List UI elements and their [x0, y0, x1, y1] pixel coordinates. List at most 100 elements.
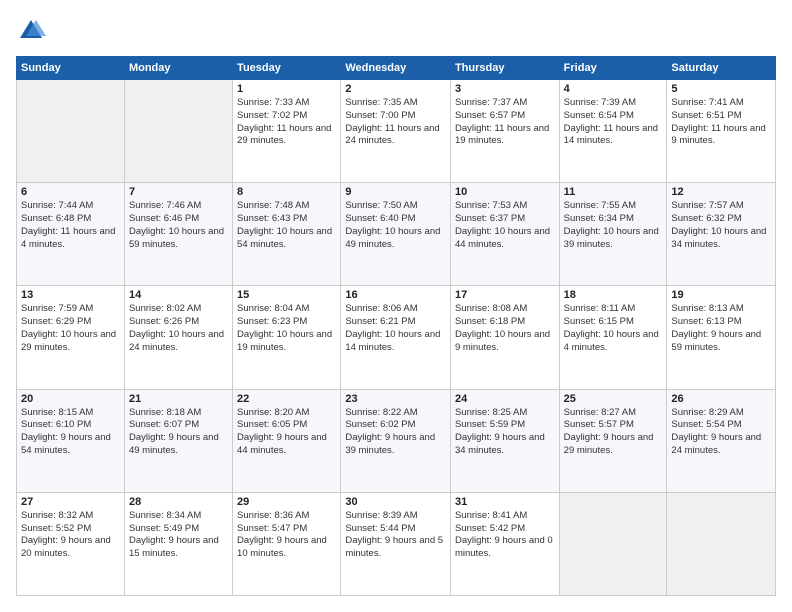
calendar-cell: 22 Sunrise: 8:20 AMSunset: 6:05 PMDayligh…	[233, 389, 341, 492]
calendar-cell: 15Sunrise: 8:04 AMSunset: 6:23 PMDayligh…	[233, 286, 341, 389]
day-number: 13	[21, 289, 120, 301]
calendar-cell: 7 Sunrise: 7:46 AMSunset: 6:46 PMDaylight…	[124, 183, 232, 286]
calendar-cell: 11Sunrise: 7:55 AMSunset: 6:34 PMDayligh…	[559, 183, 667, 286]
day-number: 17	[455, 289, 555, 301]
day-number: 30	[345, 496, 446, 508]
day-number: 29	[237, 496, 336, 508]
calendar-cell: 31 Sunrise: 8:41 AMSunset: 5:42 PMDayligh…	[450, 492, 559, 595]
day-number: 6	[21, 186, 120, 198]
day-info: Sunrise: 7:53 AMSunset: 6:37 PMDaylight:…	[455, 200, 555, 251]
calendar-header-wednesday: Wednesday	[341, 57, 451, 80]
calendar-cell: 12 Sunrise: 7:57 AMSunset: 6:32 PMDayligh…	[667, 183, 776, 286]
calendar-cell: 27 Sunrise: 8:32 AMSunset: 5:52 PMDayligh…	[17, 492, 125, 595]
calendar-cell: 6 Sunrise: 7:44 AMSunset: 6:48 PMDaylight…	[17, 183, 125, 286]
calendar-cell	[17, 80, 125, 183]
day-info: Sunrise: 8:25 AMSunset: 5:59 PMDaylight:…	[455, 407, 555, 458]
day-info: Sunrise: 8:06 AMSunset: 6:21 PMDaylight:…	[345, 303, 446, 354]
day-info: Sunrise: 8:32 AMSunset: 5:52 PMDaylight:…	[21, 510, 120, 561]
day-number: 24	[455, 393, 555, 405]
calendar-cell: 29 Sunrise: 8:36 AMSunset: 5:47 PMDayligh…	[233, 492, 341, 595]
calendar-cell: 16 Sunrise: 8:06 AMSunset: 6:21 PMDayligh…	[341, 286, 451, 389]
day-number: 25	[564, 393, 663, 405]
day-info: Sunrise: 8:02 AMSunset: 6:26 PMDaylight:…	[129, 303, 228, 354]
day-info: Sunrise: 8:34 AMSunset: 5:49 PMDaylight:…	[129, 510, 228, 561]
day-info: Sunrise: 7:48 AMSunset: 6:43 PMDaylight:…	[237, 200, 336, 251]
day-number: 8	[237, 186, 336, 198]
day-info: Sunrise: 7:41 AMSunset: 6:51 PMDaylight:…	[671, 97, 771, 148]
calendar-cell: 24 Sunrise: 8:25 AMSunset: 5:59 PMDayligh…	[450, 389, 559, 492]
calendar-cell: 13 Sunrise: 7:59 AMSunset: 6:29 PMDayligh…	[17, 286, 125, 389]
header	[16, 16, 776, 46]
day-number: 5	[671, 83, 771, 95]
logo	[16, 16, 50, 46]
day-info: Sunrise: 8:20 AMSunset: 6:05 PMDaylight:…	[237, 407, 336, 458]
calendar-cell: 5 Sunrise: 7:41 AMSunset: 6:51 PMDaylight…	[667, 80, 776, 183]
day-number: 12	[671, 186, 771, 198]
calendar-cell	[559, 492, 667, 595]
day-info: Sunrise: 8:13 AMSunset: 6:13 PMDaylight:…	[671, 303, 771, 354]
calendar-cell: 10 Sunrise: 7:53 AMSunset: 6:37 PMDayligh…	[450, 183, 559, 286]
calendar-cell: 23 Sunrise: 8:22 AMSunset: 6:02 PMDayligh…	[341, 389, 451, 492]
day-number: 3	[455, 83, 555, 95]
day-info: Sunrise: 8:11 AMSunset: 6:15 PMDaylight:…	[564, 303, 663, 354]
calendar-cell: 1 Sunrise: 7:33 AMSunset: 7:02 PMDaylight…	[233, 80, 341, 183]
calendar-header-monday: Monday	[124, 57, 232, 80]
day-number: 11	[564, 186, 663, 198]
day-number: 22	[237, 393, 336, 405]
calendar-header-sunday: Sunday	[17, 57, 125, 80]
calendar-week-row: 6 Sunrise: 7:44 AMSunset: 6:48 PMDaylight…	[17, 183, 776, 286]
calendar-cell	[124, 80, 232, 183]
day-number: 21	[129, 393, 228, 405]
calendar-cell: 14 Sunrise: 8:02 AMSunset: 6:26 PMDayligh…	[124, 286, 232, 389]
day-info: Sunrise: 8:41 AMSunset: 5:42 PMDaylight:…	[455, 510, 555, 561]
day-info: Sunrise: 8:39 AMSunset: 5:44 PMDaylight:…	[345, 510, 446, 561]
day-info: Sunrise: 7:44 AMSunset: 6:48 PMDaylight:…	[21, 200, 120, 251]
day-info: Sunrise: 8:22 AMSunset: 6:02 PMDaylight:…	[345, 407, 446, 458]
calendar-cell: 25 Sunrise: 8:27 AMSunset: 5:57 PMDayligh…	[559, 389, 667, 492]
calendar-week-row: 13 Sunrise: 7:59 AMSunset: 6:29 PMDayligh…	[17, 286, 776, 389]
day-info: Sunrise: 8:08 AMSunset: 6:18 PMDaylight:…	[455, 303, 555, 354]
calendar-header-tuesday: Tuesday	[233, 57, 341, 80]
day-info: Sunrise: 7:50 AMSunset: 6:40 PMDaylight:…	[345, 200, 446, 251]
day-info: Sunrise: 7:57 AMSunset: 6:32 PMDaylight:…	[671, 200, 771, 251]
calendar-week-row: 1 Sunrise: 7:33 AMSunset: 7:02 PMDaylight…	[17, 80, 776, 183]
day-info: Sunrise: 7:37 AMSunset: 6:57 PMDaylight:…	[455, 97, 555, 148]
calendar-cell: 9 Sunrise: 7:50 AMSunset: 6:40 PMDaylight…	[341, 183, 451, 286]
day-info: Sunrise: 7:46 AMSunset: 6:46 PMDaylight:…	[129, 200, 228, 251]
calendar-cell: 21 Sunrise: 8:18 AMSunset: 6:07 PMDayligh…	[124, 389, 232, 492]
day-info: Sunrise: 7:33 AMSunset: 7:02 PMDaylight:…	[237, 97, 336, 148]
calendar-header-row: SundayMondayTuesdayWednesdayThursdayFrid…	[17, 57, 776, 80]
day-info: Sunrise: 8:36 AMSunset: 5:47 PMDaylight:…	[237, 510, 336, 561]
day-number: 26	[671, 393, 771, 405]
calendar-cell: 4Sunrise: 7:39 AMSunset: 6:54 PMDaylight…	[559, 80, 667, 183]
day-number: 14	[129, 289, 228, 301]
day-info: Sunrise: 8:18 AMSunset: 6:07 PMDaylight:…	[129, 407, 228, 458]
day-number: 20	[21, 393, 120, 405]
calendar-header-thursday: Thursday	[450, 57, 559, 80]
calendar-header-friday: Friday	[559, 57, 667, 80]
day-number: 15	[237, 289, 336, 301]
day-number: 10	[455, 186, 555, 198]
day-number: 1	[237, 83, 336, 95]
day-number: 31	[455, 496, 555, 508]
day-number: 19	[671, 289, 771, 301]
day-number: 23	[345, 393, 446, 405]
day-number: 18	[564, 289, 663, 301]
day-number: 2	[345, 83, 446, 95]
calendar-cell: 2 Sunrise: 7:35 AMSunset: 7:00 PMDaylight…	[341, 80, 451, 183]
day-info: Sunrise: 7:35 AMSunset: 7:00 PMDaylight:…	[345, 97, 446, 148]
day-number: 9	[345, 186, 446, 198]
day-info: Sunrise: 7:59 AMSunset: 6:29 PMDaylight:…	[21, 303, 120, 354]
day-number: 28	[129, 496, 228, 508]
calendar-cell: 8 Sunrise: 7:48 AMSunset: 6:43 PMDaylight…	[233, 183, 341, 286]
calendar-week-row: 27 Sunrise: 8:32 AMSunset: 5:52 PMDayligh…	[17, 492, 776, 595]
day-number: 7	[129, 186, 228, 198]
day-info: Sunrise: 8:27 AMSunset: 5:57 PMDaylight:…	[564, 407, 663, 458]
calendar-cell: 26Sunrise: 8:29 AMSunset: 5:54 PMDayligh…	[667, 389, 776, 492]
calendar-cell: 19 Sunrise: 8:13 AMSunset: 6:13 PMDayligh…	[667, 286, 776, 389]
day-info: Sunrise: 8:15 AMSunset: 6:10 PMDaylight:…	[21, 407, 120, 458]
calendar-table: SundayMondayTuesdayWednesdayThursdayFrid…	[16, 56, 776, 596]
day-number: 16	[345, 289, 446, 301]
day-info: Sunrise: 7:39 AMSunset: 6:54 PMDaylight:…	[564, 97, 663, 148]
day-number: 27	[21, 496, 120, 508]
